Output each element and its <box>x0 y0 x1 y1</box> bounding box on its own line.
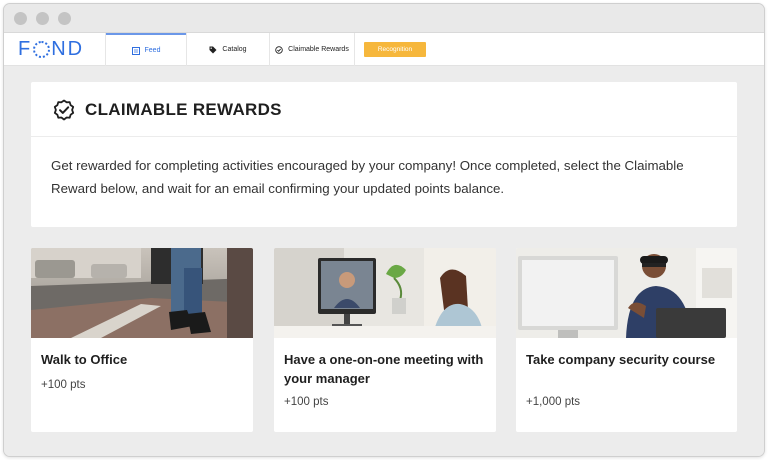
reward-title: Walk to Office <box>41 352 128 367</box>
walking-feet-photo <box>31 248 253 338</box>
top-navbar: F ND Feed Catalog Claimable Rewards Reco… <box>4 33 764 66</box>
badge-check-icon <box>53 99 75 121</box>
reward-points: +100 pts <box>284 396 329 408</box>
tab-claimable-rewards-label: Claimable Rewards <box>288 46 349 53</box>
reward-card-walk-to-office[interactable]: Walk to Office +100 pts <box>31 248 253 432</box>
badge-check-icon <box>275 45 283 54</box>
page-description: Get rewarded for completing activities e… <box>51 158 684 196</box>
fond-logo[interactable]: F ND <box>18 38 84 61</box>
reward-title: Take company security course <box>526 352 716 367</box>
header-title-row: CLAIMABLE REWARDS <box>31 82 737 137</box>
feed-icon <box>131 46 140 55</box>
reward-title: Have a one-on-one meeting with your mana… <box>284 352 484 386</box>
man-at-computer-photo <box>516 248 737 338</box>
reward-points: +1,000 pts <box>526 396 581 408</box>
tab-catalog-label: Catalog <box>222 46 247 53</box>
window-close-dot[interactable] <box>14 12 27 25</box>
main-content: CLAIMABLE REWARDS Get rewarded for compl… <box>4 66 764 456</box>
nav-divider <box>354 33 355 66</box>
tab-claimable-rewards[interactable]: Claimable Rewards <box>270 33 354 66</box>
video-call-photo <box>274 248 496 338</box>
claimable-rewards-header-card: CLAIMABLE REWARDS Get rewarded for compl… <box>31 82 737 227</box>
recognition-button[interactable]: Recognition <box>364 42 426 57</box>
tag-icon <box>209 46 217 53</box>
window-maximize-dot[interactable] <box>58 12 71 25</box>
tab-feed-label: Feed <box>144 47 161 54</box>
reward-card-one-on-one[interactable]: Have a one-on-one meeting with your mana… <box>274 248 496 432</box>
browser-window: F ND Feed Catalog Claimable Rewards Reco… <box>3 3 765 457</box>
tab-feed[interactable]: Feed <box>106 33 186 66</box>
tab-catalog[interactable]: Catalog <box>187 33 269 66</box>
page-title: CLAIMABLE REWARDS <box>85 100 282 119</box>
reward-card-security-course[interactable]: Take company security course +1,000 pts <box>516 248 737 432</box>
window-minimize-dot[interactable] <box>36 12 49 25</box>
reward-points: +100 pts <box>41 379 86 391</box>
window-titlebar <box>4 4 764 33</box>
